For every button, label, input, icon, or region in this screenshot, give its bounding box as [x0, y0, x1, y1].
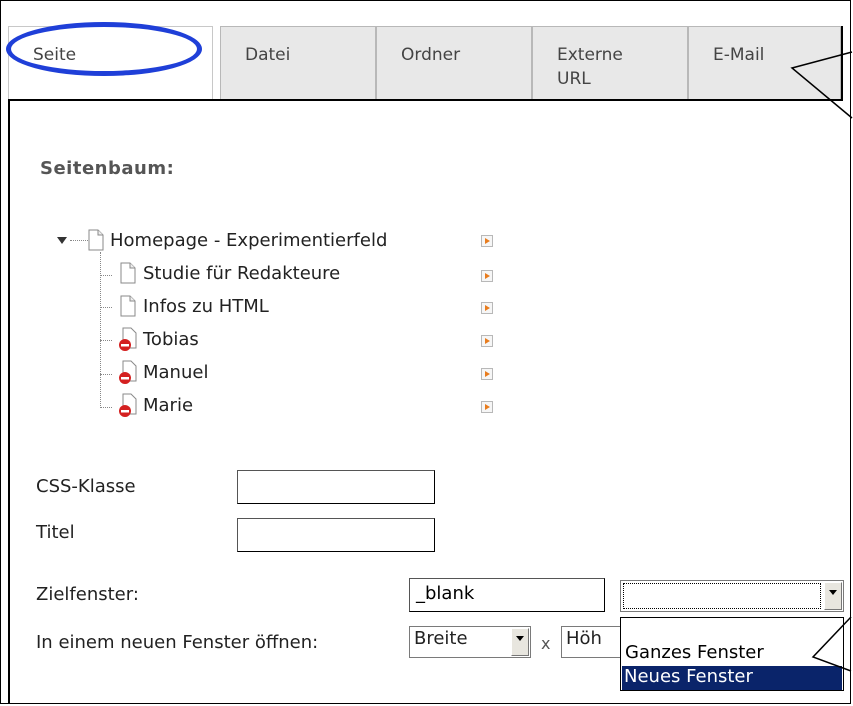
tab-ordner[interactable]: Ordner [376, 26, 532, 100]
tree-root[interactable]: Homepage - Experimentierfeld [86, 225, 387, 255]
tree-item[interactable]: Studie für Redakteure [118, 258, 340, 288]
page-icon [88, 229, 104, 251]
tab-label: Seite [33, 45, 77, 65]
page-icon [120, 262, 136, 284]
target-dropdown-list: Ganzes Fenster Neues Fenster [620, 617, 844, 691]
tab-seite[interactable]: Seite [8, 26, 213, 100]
tabs-right-border [841, 26, 843, 101]
tree-item[interactable]: Marie [118, 390, 193, 420]
new-window-label: In einem neuen Fenster öffnen: [36, 632, 319, 653]
restricted-page-icon [119, 327, 137, 351]
tree-item-label: Marie [143, 394, 194, 416]
tree-item-label: Infos zu HTML [143, 295, 269, 317]
tree-item[interactable]: Infos zu HTML [118, 291, 269, 321]
tree-connector [100, 374, 112, 375]
tree-connector [100, 340, 112, 341]
tree-connector [100, 307, 112, 308]
dropdown-option[interactable]: Ganzes Fenster [623, 642, 764, 663]
tree-connector [100, 407, 112, 408]
restricted-page-icon [119, 360, 137, 384]
select-page-arrow-icon[interactable] [481, 368, 493, 380]
tab-label: E-Mail [713, 45, 765, 65]
tree-item[interactable]: Tobias [118, 324, 199, 354]
tree-item-label: Manuel [143, 361, 209, 383]
chevron-down-icon[interactable] [511, 628, 529, 656]
tree-heading: Seitenbaum: [40, 158, 175, 179]
page-icon [120, 295, 136, 317]
title-input[interactable] [237, 518, 435, 552]
width-select-value: Breite [414, 628, 468, 649]
target-input[interactable]: _blank [409, 578, 605, 612]
dropdown-option-selected[interactable]: Neues Fenster [622, 666, 842, 690]
select-page-arrow-icon[interactable] [481, 235, 493, 247]
tree-item-label: Studie für Redakteure [143, 262, 341, 284]
tree-connector [100, 275, 112, 276]
title-label: Titel [36, 522, 75, 543]
select-page-arrow-icon[interactable] [481, 335, 493, 347]
focus-indicator [623, 583, 821, 609]
width-select[interactable]: Breite [409, 626, 531, 658]
content-left-border [8, 99, 10, 704]
css-class-input[interactable] [237, 470, 435, 504]
target-label: Zielfenster: [36, 584, 139, 605]
tab-label: Datei [245, 45, 291, 65]
select-page-arrow-icon[interactable] [481, 270, 493, 282]
target-select[interactable] [620, 580, 844, 612]
tab-externe-url[interactable]: Externe URL [532, 26, 688, 100]
tree-root-label: Homepage - Experimentierfeld [110, 229, 388, 251]
tab-label: Externe URL [557, 45, 623, 89]
tab-label: Ordner [401, 45, 461, 65]
restricted-page-icon [119, 393, 137, 417]
tree-item-label: Tobias [143, 328, 199, 350]
tree-item[interactable]: Manuel [118, 357, 208, 387]
select-page-arrow-icon[interactable] [481, 302, 493, 314]
css-class-label: CSS-Klasse [36, 476, 136, 497]
tabs-divider [8, 99, 843, 101]
tab-datei[interactable]: Datei [220, 26, 376, 100]
height-select-value: Höh [566, 628, 602, 649]
times-sign: x [541, 634, 551, 653]
tab-email[interactable]: E-Mail [688, 26, 841, 100]
collapse-arrow-icon[interactable] [56, 234, 68, 246]
chevron-down-icon[interactable] [824, 582, 842, 610]
select-page-arrow-icon[interactable] [481, 401, 493, 413]
